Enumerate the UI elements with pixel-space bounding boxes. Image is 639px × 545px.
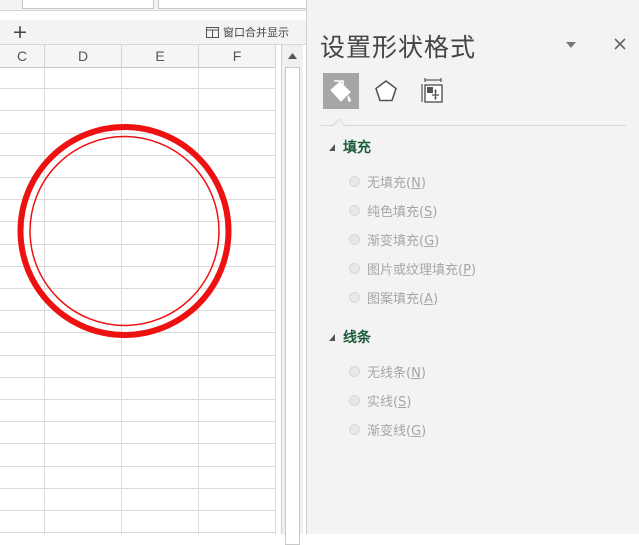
window-merge-button[interactable]: 窗口合并显示 <box>206 24 289 40</box>
option-solid-line[interactable]: 实线(S) <box>349 391 411 410</box>
option-label: 图案填充(A) <box>367 292 439 307</box>
tab-divider <box>321 125 626 126</box>
option-no-line[interactable]: 无线条(N) <box>349 362 426 381</box>
radio-button[interactable] <box>349 176 360 187</box>
option-gradient-line[interactable]: 渐变线(G) <box>349 420 426 439</box>
column-header-c[interactable]: C <box>0 45 45 67</box>
radio-button[interactable] <box>349 424 360 435</box>
fill-bucket-icon <box>330 80 351 102</box>
add-sheet-button[interactable]: + <box>10 21 30 43</box>
radio-button[interactable] <box>349 263 360 274</box>
name-box[interactable] <box>22 0 154 9</box>
tab-effects[interactable] <box>368 73 404 109</box>
formula-input[interactable] <box>158 0 307 9</box>
option-no-fill[interactable]: 无填充(N) <box>349 172 426 191</box>
section-line-header[interactable]: 线条 <box>329 327 371 347</box>
radio-button[interactable] <box>349 395 360 406</box>
collapse-triangle-icon <box>329 143 335 151</box>
scroll-up-button[interactable] <box>284 48 301 63</box>
option-label: 无填充(N) <box>367 176 426 191</box>
formula-bar-strip <box>0 0 307 11</box>
column-header-e[interactable]: E <box>122 45 199 67</box>
option-label: 纯色填充(S) <box>367 205 438 220</box>
pane-options-dropdown-icon[interactable] <box>565 40 577 50</box>
cell-grid[interactable] <box>0 67 276 534</box>
radio-button[interactable] <box>349 205 360 216</box>
vertical-scrollbar[interactable] <box>281 45 303 545</box>
option-label: 无线条(N) <box>367 366 426 381</box>
tab-size-properties[interactable] <box>415 73 451 109</box>
pane-title: 设置形状格式 <box>320 33 477 62</box>
column-header-f[interactable]: F <box>199 45 276 67</box>
option-label: 渐变线(G) <box>367 424 427 439</box>
scroll-up-icon <box>288 52 297 59</box>
scrollbar-thumb[interactable] <box>285 67 300 545</box>
active-tab-pointer <box>333 119 345 126</box>
sheet-toolbar: + 窗口合并显示 <box>0 20 306 45</box>
size-properties-icon <box>421 78 443 103</box>
option-label: 渐变填充(G) <box>367 234 440 249</box>
section-line-title: 线条 <box>343 330 371 346</box>
radio-button[interactable] <box>349 234 360 245</box>
format-shape-pane: 设置形状格式 填充 无填充(N) 纯色填充(S) 渐变填充(G) 图片或纹理填充… <box>306 0 639 534</box>
option-gradient-fill[interactable]: 渐变填充(G) <box>349 230 439 249</box>
window-merge-label: 窗口合并显示 <box>223 26 289 39</box>
section-fill-header[interactable]: 填充 <box>329 137 371 157</box>
column-header-d[interactable]: D <box>45 45 122 67</box>
window-merge-icon <box>206 26 219 38</box>
option-label: 图片或纹理填充(P) <box>367 263 477 278</box>
pentagon-icon <box>375 80 397 102</box>
close-icon[interactable] <box>613 37 627 51</box>
collapse-triangle-icon <box>329 333 335 341</box>
inner-circle-outline <box>29 135 220 327</box>
tab-fill-and-line[interactable] <box>323 73 359 109</box>
double-circle-shape[interactable] <box>0 67 276 534</box>
option-picture-texture-fill[interactable]: 图片或纹理填充(P) <box>349 259 476 278</box>
column-headers: C D E F <box>0 45 276 68</box>
outer-circle-outline <box>17 124 232 338</box>
option-label: 实线(S) <box>367 395 412 410</box>
radio-button[interactable] <box>349 292 360 303</box>
section-fill-title: 填充 <box>343 140 371 156</box>
option-pattern-fill[interactable]: 图案填充(A) <box>349 288 438 307</box>
option-solid-fill[interactable]: 纯色填充(S) <box>349 201 437 220</box>
radio-button[interactable] <box>349 366 360 377</box>
